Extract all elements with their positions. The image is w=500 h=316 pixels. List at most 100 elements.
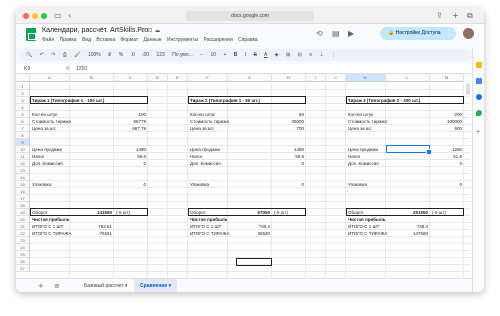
merge-icon[interactable]: ⊟ (298, 52, 302, 58)
label-cell[interactable]: Цена продажи (348, 146, 384, 153)
meet-icon[interactable]: ▶ (348, 29, 354, 38)
row-header[interactable]: 16 (16, 188, 30, 195)
column-header[interactable]: I (306, 74, 326, 82)
label-cell[interactable]: Доп. Комиссия (348, 160, 384, 167)
formula-input[interactable]: 1250 (76, 64, 87, 74)
row-header[interactable]: 2 (16, 90, 30, 97)
label-cell[interactable]: Стоимость тиража (190, 118, 229, 125)
column-header[interactable]: F (188, 74, 228, 82)
all-sheets-button[interactable]: ≡ (54, 279, 60, 292)
value-cell[interactable]: 100 (116, 111, 146, 118)
menu-format[interactable]: Формат (120, 37, 138, 43)
back-icon[interactable]: ‹ (68, 11, 71, 20)
maps-icon[interactable] (476, 110, 482, 116)
menu-extensions[interactable]: Расширения (204, 37, 233, 43)
block-header[interactable]: Тираж 3 (Типография 2 - 200 шт.) (348, 97, 462, 104)
column-header[interactable]: E (168, 74, 188, 82)
column-header[interactable]: A (30, 74, 70, 82)
label-cell[interactable]: Цена за шт. (348, 125, 384, 132)
menu-data[interactable]: Данные (144, 37, 162, 43)
value-cell[interactable]: 50 (274, 111, 304, 118)
label-cell[interactable]: Упаковка (348, 181, 384, 188)
zoom-select[interactable]: 100% (88, 52, 101, 58)
row-header[interactable]: 17 (16, 195, 30, 202)
label-cell[interactable]: ИТОГО С ТИРАЖА (348, 230, 388, 237)
label-cell[interactable]: Чистая прибыль (190, 216, 228, 223)
value-cell[interactable]: 0 (116, 160, 146, 167)
value-cell[interactable]: 0 (116, 181, 146, 188)
value-cell[interactable]: 36520 (230, 230, 270, 237)
row-header[interactable]: 14 (16, 174, 30, 181)
row-header[interactable]: 11 (16, 153, 30, 160)
keep-icon[interactable] (476, 62, 482, 68)
fill-color-icon[interactable]: ◈ (275, 52, 279, 58)
row-header[interactable]: 9 (16, 139, 30, 146)
label-cell[interactable]: Цена за шт. (190, 125, 226, 132)
block-header[interactable]: Тираж 1 (Типография 1 - 100 шт.) (32, 97, 146, 104)
block-header[interactable]: Тираж 2 (Типография 1 - 50 шт.) (190, 97, 304, 104)
contacts-icon[interactable] (476, 94, 482, 100)
row-header[interactable]: 5 (16, 111, 30, 118)
value-cell[interactable]: 1250 (432, 146, 462, 153)
comments-icon[interactable]: ▤ (332, 29, 340, 38)
value-cell[interactable]: 251550 (388, 209, 428, 216)
value-cell[interactable]: 667.79 (116, 125, 146, 132)
column-header[interactable]: J (326, 74, 346, 82)
label-cell[interactable]: ИТОГО С ТИРАЖА (190, 230, 230, 237)
share-icon[interactable]: ⇪ (436, 11, 443, 20)
tabs-overview-icon[interactable]: ⧉ (467, 11, 473, 21)
label-cell[interactable]: ИТОГО С 1 ШТ (190, 223, 226, 230)
value-cell[interactable]: 0 (432, 181, 462, 188)
label-cell[interactable]: Цена за шт. (32, 125, 68, 132)
value-cell[interactable]: 59.6 (274, 153, 304, 160)
label-cell[interactable]: Налог (190, 153, 226, 160)
label-cell[interactable]: Стоимость тиража (348, 118, 387, 125)
sheets-logo-icon[interactable] (26, 28, 36, 41)
maximize-window-button[interactable] (41, 13, 47, 19)
value-cell[interactable]: 200 (432, 111, 462, 118)
row-header[interactable]: 12 (16, 160, 30, 167)
label-cell[interactable]: Чистая прибыль (348, 216, 386, 223)
search-menus-icon[interactable]: 🔍 (26, 52, 32, 58)
label-cell[interactable]: Доп. Комиссия (190, 160, 226, 167)
label-cell[interactable]: Оборот (348, 209, 384, 216)
currency-format-button[interactable]: ₽ (108, 52, 111, 58)
tasks-icon[interactable] (476, 78, 482, 84)
name-box[interactable]: K9 (24, 64, 30, 74)
label-cell[interactable]: Налог (32, 153, 68, 160)
url-bar[interactable]: docs.google.com (186, 11, 314, 21)
column-header[interactable]: K (346, 74, 386, 82)
new-tab-icon[interactable]: + (452, 11, 459, 20)
decrease-decimal-button[interactable]: .0 (131, 52, 135, 58)
value-cell[interactable]: 76261 (72, 230, 112, 237)
spreadsheet-grid[interactable]: A B C D E F G H I J K L M 1 2 3 4 5 6 7 8 9 10 11 12 13 14 15 16 17 18… (16, 74, 472, 278)
undo-icon[interactable]: ↶ (40, 52, 44, 58)
row-header[interactable]: 6 (16, 118, 30, 125)
value-cell[interactable]: 100000 (432, 118, 462, 125)
avatar[interactable] (462, 27, 475, 40)
column-header[interactable]: D (148, 74, 168, 82)
font-size-increase[interactable]: + (223, 52, 226, 58)
increase-decimal-button[interactable]: .00 (142, 52, 149, 58)
value-cell[interactable]: 51.6 (432, 153, 462, 160)
row-header[interactable]: 4 (16, 104, 30, 111)
font-size-input[interactable]: 10 (211, 52, 217, 58)
row-header[interactable]: 8 (16, 132, 30, 139)
row-header[interactable]: 1 (16, 83, 30, 90)
sidebar-toggle-icon[interactable]: ▭ (54, 11, 62, 20)
column-header[interactable]: G (228, 74, 272, 82)
add-sheet-button[interactable]: + (38, 279, 44, 292)
select-all-corner[interactable] (16, 74, 30, 82)
row-header[interactable]: 19 (16, 209, 30, 216)
sheet-tab-base[interactable]: Базовый рассчет ▾ (78, 279, 133, 292)
label-cell[interactable]: Упаковка (32, 181, 68, 188)
value-cell[interactable]: 59.6 (116, 153, 146, 160)
print-icon[interactable]: ⎙ (63, 52, 67, 58)
row-header[interactable]: 15 (16, 181, 30, 188)
note-cell[interactable]: (-5 шт) (274, 209, 304, 216)
menu-edit[interactable]: Правка (60, 37, 77, 43)
column-header[interactable]: M (430, 74, 464, 82)
row-header[interactable]: 24 (16, 244, 30, 251)
bold-button[interactable]: B (234, 52, 238, 58)
close-window-button[interactable] (23, 13, 29, 19)
